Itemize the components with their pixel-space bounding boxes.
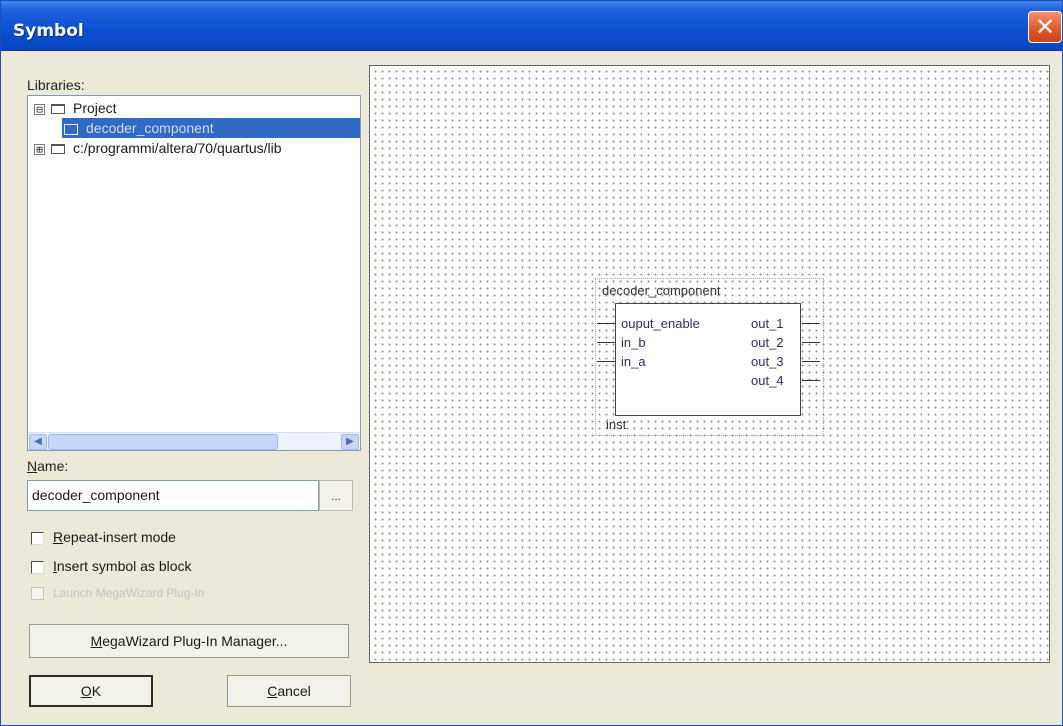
output-pin [802, 380, 820, 381]
output-port-label: out_3 [751, 354, 784, 369]
libraries-tree[interactable]: ⊟ Project decoder_component ⊞ c:/programmi… [27, 95, 361, 451]
scrollbar-thumb[interactable] [48, 434, 278, 450]
launch-megawizard-checkbox: Launch MegaWizard Plug-In [31, 586, 204, 604]
scroll-right-icon[interactable]: ▶ [341, 434, 359, 450]
checkbox-box[interactable] [31, 560, 44, 574]
cancel-button[interactable]: Cancel [227, 675, 351, 707]
checkbox-box [31, 587, 44, 601]
symbol-preview-canvas: decoder_component ouput_enable in_b in_a… [369, 65, 1050, 663]
output-pin [802, 323, 820, 324]
input-port-label: in_a [621, 354, 646, 369]
output-port-label: out_4 [751, 373, 784, 388]
scroll-left-icon[interactable]: ◀ [29, 434, 47, 450]
repeat-insert-checkbox[interactable]: Repeat-insert mode [31, 529, 176, 547]
input-port-label: in_b [621, 335, 646, 350]
symbol-name: decoder_component [602, 283, 721, 298]
name-field[interactable]: decoder_component [27, 480, 319, 511]
tree-item-decoder-component[interactable]: decoder_component [62, 118, 360, 138]
window-title: Symbol [13, 21, 84, 41]
output-port-label: out_2 [751, 335, 784, 350]
input-pin [597, 342, 615, 343]
libraries-label: Libraries: [27, 77, 85, 93]
instance-name: inst [606, 417, 627, 432]
close-button[interactable]: ✕ [1028, 11, 1062, 43]
checkbox-box[interactable] [31, 531, 44, 545]
input-pin [597, 361, 615, 362]
output-pin [802, 361, 820, 362]
output-pin [802, 342, 820, 343]
folder-icon [51, 144, 65, 155]
tree-item-project[interactable]: ⊟ Project [34, 98, 360, 118]
horizontal-scrollbar[interactable]: ◀ ▶ [28, 432, 360, 450]
browse-button[interactable]: ... [319, 480, 353, 511]
tree-item-quartus-lib[interactable]: ⊞ c:/programmi/altera/70/quartus/lib [34, 138, 360, 158]
tree-item-label: c:/programmi/altera/70/quartus/lib [73, 140, 282, 156]
insert-as-block-checkbox[interactable]: Insert symbol as block [31, 558, 192, 576]
ok-button[interactable]: OK [29, 675, 153, 707]
input-port-label: ouput_enable [621, 316, 700, 331]
output-port-label: out_1 [751, 316, 784, 331]
tree-item-label: decoder_component [86, 120, 214, 136]
symbol-file-icon [64, 123, 78, 135]
input-pin [597, 323, 615, 324]
name-label: Name: [27, 458, 69, 474]
megawizard-manager-button[interactable]: MegaWizard Plug-In Manager... [29, 624, 349, 658]
expand-icon[interactable]: ⊞ [34, 143, 45, 155]
open-folder-icon [51, 104, 65, 115]
title-bar[interactable]: Symbol ✕ [1, 1, 1062, 51]
symbol-dialog: Symbol ✕ Libraries: ⊟ Project decoder_com… [0, 0, 1063, 726]
tree-item-label: Project [73, 100, 117, 116]
symbol-preview: decoder_component ouput_enable in_b in_a… [595, 278, 824, 436]
collapse-icon[interactable]: ⊟ [34, 103, 45, 115]
close-icon: ✕ [1034, 13, 1056, 41]
